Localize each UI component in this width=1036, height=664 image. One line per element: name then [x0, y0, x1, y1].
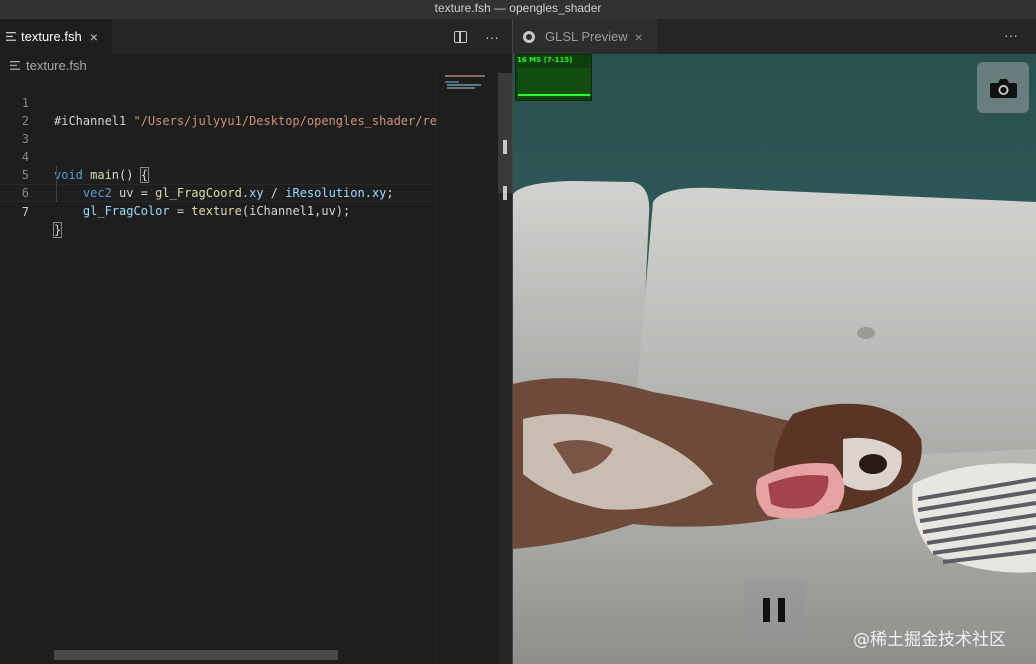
close-icon[interactable]: × — [90, 29, 98, 45]
photo-icon — [513, 54, 1036, 664]
breadcrumb-file: texture.fsh — [26, 57, 87, 73]
horizontal-scrollbar[interactable] — [54, 650, 338, 660]
split-editor-icon[interactable] — [454, 30, 467, 43]
editor-group: texture.fsh × ··· texture.fsh 1 #iChanne… — [0, 19, 513, 664]
minimap[interactable] — [436, 73, 498, 664]
shader-preview-canvas[interactable]: 16 MS (7-115) @稀土掘金技术社区 — [513, 54, 1036, 664]
watermark: @稀土掘金技术社区 — [853, 630, 1006, 650]
code-line[interactable]: 5 vec2 uv = gl_FragCoord.xy / iResolutio… — [0, 148, 436, 200]
code-line[interactable]: 2 — [0, 94, 436, 128]
token-builtin: gl_FragColor — [82, 204, 170, 218]
window-title: texture.fsh — opengles_shader — [0, 0, 1036, 19]
code-line[interactable]: 1 #iChannel1 "/Users/julyyu1/Desktop/ope… — [0, 76, 437, 128]
minimap-line — [447, 84, 481, 86]
file-lines-icon — [6, 32, 16, 41]
scrollbar-thumb[interactable] — [498, 73, 512, 193]
stats-label: 16 MS (7-115) — [517, 56, 573, 64]
line-number: 7 — [21, 205, 29, 219]
indent-guide — [56, 166, 57, 202]
preview-tab-bar: GLSL Preview × ··· — [513, 19, 1036, 54]
pause-icon — [763, 598, 785, 622]
code-line[interactable]: 6 gl_FragColor = texture(iChannel1,uv); — [0, 166, 436, 218]
token-brace: } — [52, 222, 63, 238]
tab-glsl-preview[interactable]: GLSL Preview × — [513, 19, 657, 54]
stats-graph — [518, 68, 590, 98]
code-line[interactable]: 3 — [0, 112, 436, 146]
minimap-line — [445, 81, 459, 83]
more-actions-icon[interactable]: ··· — [1004, 19, 1018, 54]
editor-actions: ··· — [454, 19, 499, 54]
more-actions-icon[interactable]: ··· — [485, 29, 499, 45]
token-op: = — [169, 204, 192, 218]
editor-tab-bar: texture.fsh × ··· — [0, 19, 513, 54]
line-code: gl_FragColor = texture(iChannel1,uv); — [54, 202, 350, 220]
camera-icon — [990, 79, 1017, 98]
vertical-scrollbar[interactable] — [498, 73, 513, 664]
code-line-current[interactable]: 7 } — [0, 184, 436, 238]
file-lines-icon — [10, 60, 20, 70]
token-args: (iChannel1,uv); — [241, 204, 351, 218]
preview-icon — [523, 30, 535, 43]
minimap-line — [447, 87, 475, 89]
minimap-line — [445, 75, 485, 77]
scrollbar-cursor-marker — [503, 140, 507, 154]
fps-stats-panel: 16 MS (7-115) — [515, 54, 592, 101]
tab-label: GLSL Preview — [545, 29, 628, 44]
line-code: } — [52, 221, 63, 239]
tab-label: texture.fsh — [21, 29, 82, 44]
preview-group: GLSL Preview × ··· 16 MS (7-115) @稀土掘金技术… — [513, 19, 1036, 664]
close-icon[interactable]: × — [635, 29, 643, 45]
tab-texture-fsh[interactable]: texture.fsh × — [0, 19, 112, 54]
code-area[interactable]: 1 #iChannel1 "/Users/julyyu1/Desktop/ope… — [0, 76, 437, 238]
scrollbar-cursor-marker — [503, 186, 507, 200]
breadcrumb[interactable]: texture.fsh — [10, 56, 87, 74]
code-line[interactable]: 4 void main() { — [0, 130, 436, 183]
screenshot-button[interactable] — [977, 62, 1029, 113]
pause-button[interactable] — [744, 581, 805, 640]
token-function: texture — [191, 204, 242, 218]
